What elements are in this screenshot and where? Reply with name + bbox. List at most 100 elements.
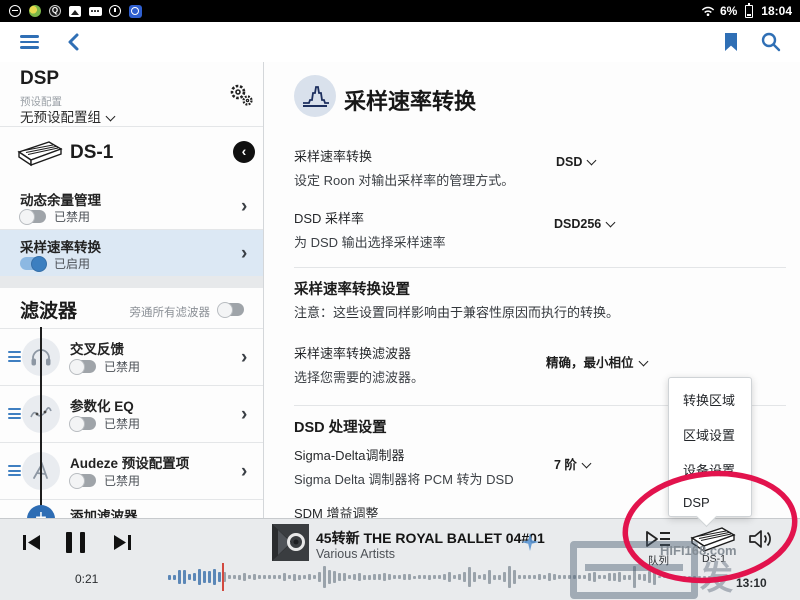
previous-track-icon[interactable] [22,534,42,551]
alarm-icon [128,4,142,18]
track-artist[interactable]: Various Artists [316,547,395,561]
sparkle-icon [521,533,539,551]
player-bar: 45转新 THE ROYAL BALLET 04#01 Various Arti… [0,518,800,600]
filter-status: 已禁用 [104,358,140,375]
bookmark-icon[interactable] [720,31,742,53]
search-icon[interactable] [760,31,782,53]
bypass-all-label: 旁通所有滤波器 [118,304,210,320]
remaining-time: 13:10 [736,576,767,590]
setting-label: Sigma-Delta调制器 [294,445,514,464]
chevron-down-icon [581,459,591,469]
bypass-all-toggle[interactable] [218,303,244,316]
do-not-disturb-icon [8,4,22,18]
chevron-down-icon [587,156,597,166]
top-nav-bar [0,22,800,63]
chevron-right-icon: › [241,462,247,481]
collapse-icon[interactable]: ‹ [233,141,255,163]
track-title[interactable]: 45转新 THE ROYAL BALLET 04#01 [316,528,545,548]
clock-notification-icon [108,4,122,18]
filter-label: 交叉反馈 [70,338,124,358]
filters-title: 滤波器 [20,296,77,323]
section-title-dsd-processing: DSD 处理设置 [294,416,387,437]
app-screen: Q 6% 18:04 DSP 预设配置 无预设配置组 [0,0,800,600]
sdm-order-dropdown[interactable]: 7 阶 [554,454,590,473]
queue-icon[interactable] [644,528,672,550]
back-icon[interactable] [64,31,86,53]
setting-desc: 为 DSD 输出选择采样速率 [294,232,446,251]
drag-handle-icon[interactable] [8,408,21,419]
status-time: 18:04 [761,4,792,18]
pause-icon[interactable] [66,532,85,553]
device-name: DS-1 [70,142,113,164]
chevron-right-icon: › [241,348,247,367]
menu-item-device-settings[interactable]: 设备设置 [683,460,735,479]
message-icon [88,4,102,18]
setting-row-sdm: Sigma-Delta调制器 Sigma Delta 调制器将 PCM 转为 D… [294,445,514,488]
setting-label: DSD 采样率 [294,208,446,227]
device-icon [16,139,64,169]
audeze-toggle[interactable] [70,474,96,487]
waveform[interactable] [168,564,725,590]
sdm-gain-label: SDM 增益调整 [294,503,379,518]
battery-icon [742,4,756,18]
src-mode-dropdown[interactable]: DSD [556,155,595,169]
dsp-header-card: DSP 预设配置 无预设配置组 [0,62,263,126]
playhead[interactable] [222,563,224,591]
page-title: 采样速率转换 [344,84,476,116]
battery-percent: 6% [720,4,737,18]
notification-icons: Q [0,4,142,18]
filter-status: 已禁用 [104,415,140,432]
zone-popup-menu: 转换区域 区域设置 设备设置 DSP [668,377,752,517]
section-title-src-settings: 采样速率转换设置 [294,278,410,299]
dsp-title: DSP [20,68,59,90]
filter-label: Audeze 预设配置项 [70,452,189,472]
album-art[interactable] [272,524,309,561]
menu-item-transfer-zone[interactable]: 转换区域 [683,390,735,409]
filter-chain-line [40,327,42,509]
filter-status: 已禁用 [104,472,140,489]
chevron-down-icon [606,218,616,228]
volume-icon[interactable] [748,528,774,550]
headroom-toggle[interactable] [20,210,46,223]
qq-notification-icon: Q [48,4,62,18]
chevron-right-icon: › [241,405,247,424]
src-filter-dropdown[interactable]: 精确，最小相位 [546,352,647,371]
item-status: 已启用 [54,255,90,272]
chevron-down-icon [106,112,116,122]
dsd-rate-dropdown[interactable]: DSD256 [554,217,614,231]
drag-handle-icon[interactable] [8,465,21,476]
menu-item-zone-settings[interactable]: 区域设置 [683,425,735,444]
sidebar-item-headroom[interactable]: 动态余量管理 已禁用 › [0,183,263,229]
app-notification-icon [28,4,42,18]
item-status: 已禁用 [54,208,90,225]
android-status-bar: Q 6% 18:04 [0,0,800,22]
item-label: 采样速率转换 [20,236,101,256]
setting-label: 采样速率转换 [294,146,514,165]
drag-handle-icon[interactable] [8,351,21,362]
next-track-icon[interactable] [112,534,132,551]
sidebar-item-sample-rate-conversion[interactable]: 采样速率转换 已启用 › [0,230,263,276]
crossfeed-toggle[interactable] [70,360,96,373]
device-card[interactable]: DS-1 ‹ [0,127,263,183]
setting-row-src: 采样速率转换 设定 Roon 对输出采样率的管理方式。 [294,146,514,189]
setting-row-src-filter: 采样速率转换滤波器 选择您需要的滤波器。 [294,343,424,386]
src-toggle[interactable] [20,257,46,270]
filter-label: 参数化 EQ [70,395,134,415]
filters-header-card: 滤波器 旁通所有滤波器 [0,288,263,328]
chevron-right-icon: › [241,244,247,263]
setting-row-dsd-rate: DSD 采样率 为 DSD 输出选择采样速率 [294,208,446,251]
elapsed-time: 0:21 [75,572,98,586]
dsp-settings-gear-icon[interactable] [228,82,254,108]
menu-icon[interactable] [20,35,39,49]
preset-select[interactable]: 无预设配置组 [20,106,114,127]
wifi-icon [701,4,715,18]
dsp-sidebar: DSP 预设配置 无预设配置组 DS-1 ‹ [0,62,264,518]
add-filter-label: 添加滤波器 [70,505,138,518]
setting-desc: 选择您需要的滤波器。 [294,367,424,386]
zone-device-icon[interactable] [688,525,738,555]
setting-desc: Sigma Delta 调制器将 PCM 转为 DSD [294,469,514,488]
setting-desc: 设定 Roon 对输出采样率的管理方式。 [294,170,514,189]
item-label: 动态余量管理 [20,189,101,209]
eq-toggle[interactable] [70,417,96,430]
setting-label: 采样速率转换滤波器 [294,343,424,362]
